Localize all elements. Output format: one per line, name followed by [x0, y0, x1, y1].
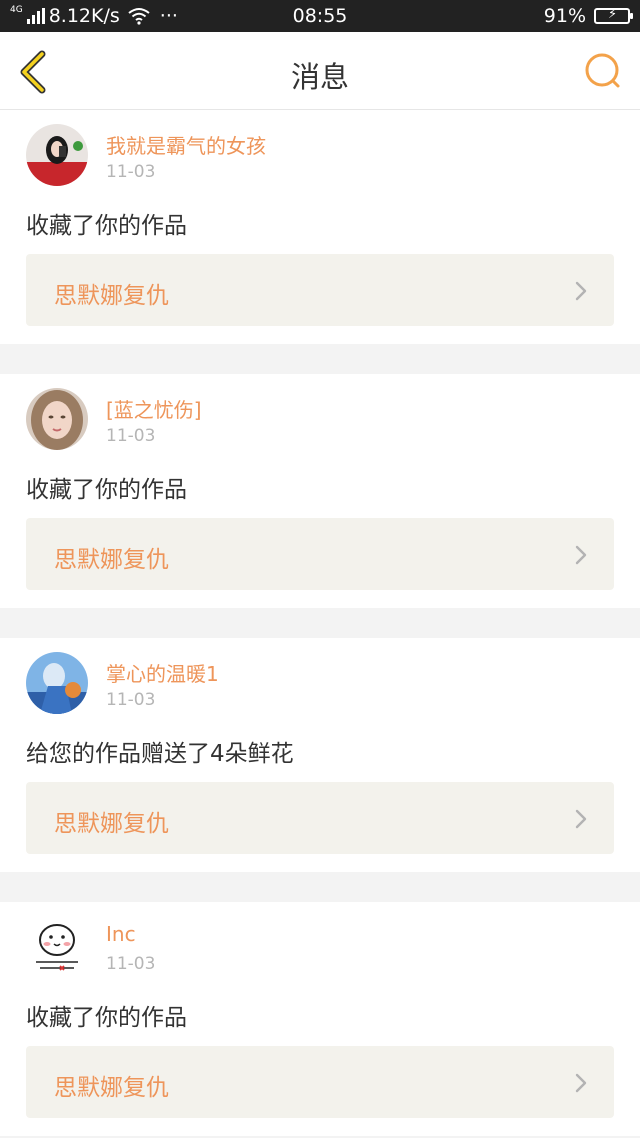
page-title: 消息 — [290, 60, 349, 94]
message-text: 给您的作品赠送了4朵鲜花 — [26, 741, 294, 767]
work-title: 思默娜复仇 — [54, 811, 169, 837]
message-text: 收藏了你的作品 — [26, 213, 187, 239]
message-item: Inc 11-03 收藏了你的作品 思默娜复仇 — [0, 902, 640, 1136]
search-icon[interactable] — [584, 52, 622, 90]
user-name[interactable]: 掌心的温暖1 — [106, 658, 219, 687]
work-title: 思默娜复仇 — [54, 1075, 169, 1101]
work-link[interactable]: 思默娜复仇 — [26, 518, 614, 590]
battery-percent: 91% — [543, 5, 586, 27]
avatar[interactable] — [26, 652, 88, 714]
work-title: 思默娜复仇 — [54, 547, 169, 573]
message-list: 我就是霸气的女孩 11-03 收藏了你的作品 思默娜复仇 [蓝之忧伤] 11-0… — [0, 110, 640, 1138]
message-item: 掌心的温暖1 11-03 给您的作品赠送了4朵鲜花 思默娜复仇 — [0, 638, 640, 872]
status-bar: 4G 8.12K/s ··· 08:55 91% ⚡ — [0, 0, 640, 32]
avatar[interactable] — [26, 124, 88, 186]
message-date: 11-03 — [106, 954, 156, 974]
battery-icon: ⚡ — [594, 7, 633, 24]
work-link[interactable]: 思默娜复仇 — [26, 782, 614, 854]
message-item: [蓝之忧伤] 11-03 收藏了你的作品 思默娜复仇 — [0, 374, 640, 608]
message-text: 收藏了你的作品 — [26, 1005, 187, 1031]
message-text: 收藏了你的作品 — [26, 477, 187, 503]
work-title: 思默娜复仇 — [54, 283, 169, 309]
chevron-right-icon — [575, 281, 587, 301]
chevron-right-icon — [575, 809, 587, 829]
message-item: 我就是霸气的女孩 11-03 收藏了你的作品 思默娜复仇 — [0, 110, 640, 344]
work-link[interactable]: 思默娜复仇 — [26, 1046, 614, 1118]
message-date: 11-03 — [106, 426, 156, 446]
avatar[interactable] — [26, 916, 88, 978]
user-name[interactable]: [蓝之忧伤] — [106, 394, 202, 423]
user-name[interactable]: 我就是霸气的女孩 — [106, 130, 266, 159]
message-date: 11-03 — [106, 690, 156, 710]
chevron-right-icon — [575, 545, 587, 565]
nav-bar: 消息 — [0, 32, 640, 110]
user-name[interactable]: Inc — [106, 922, 136, 946]
status-right: 91% ⚡ — [543, 5, 633, 27]
work-link[interactable]: 思默娜复仇 — [26, 254, 614, 326]
chevron-right-icon — [575, 1073, 587, 1093]
avatar[interactable] — [26, 388, 88, 450]
message-date: 11-03 — [106, 162, 156, 182]
